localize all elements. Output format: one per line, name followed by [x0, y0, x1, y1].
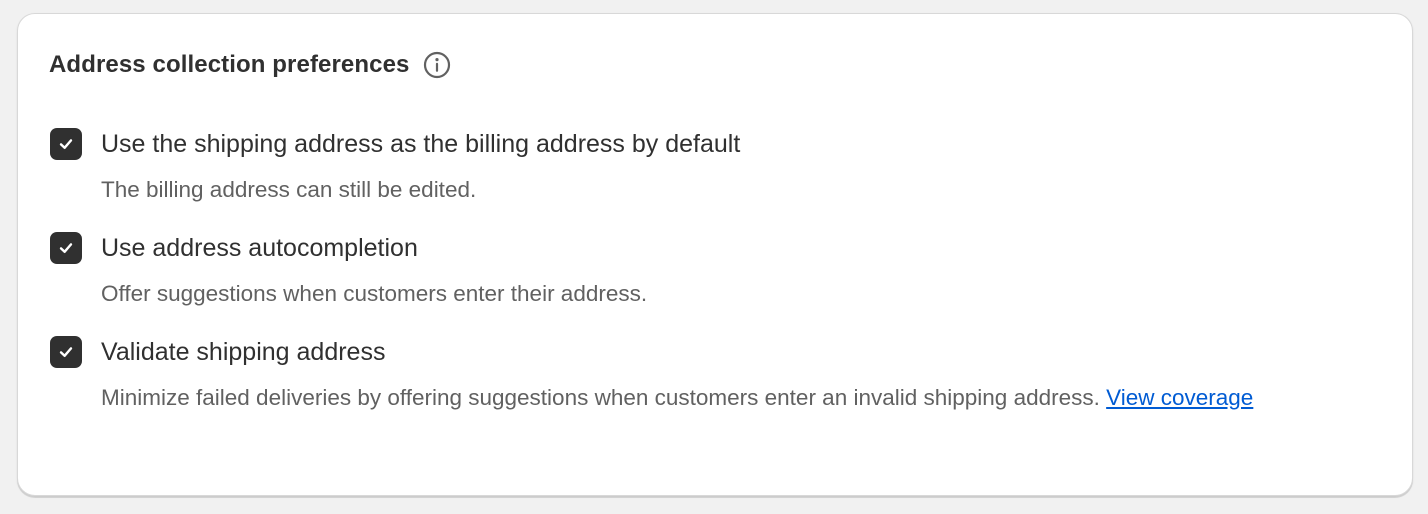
billing-default-help: The billing address can still be edited. — [101, 177, 477, 202]
validate-shipping-help: Minimize failed deliveries by offering s… — [101, 378, 1331, 418]
checkmark-icon — [59, 139, 73, 149]
option-autocompletion: Use address autocompletion Offer suggest… — [50, 230, 1331, 314]
info-icon[interactable] — [423, 51, 451, 79]
autocompletion-help: Offer suggestions when customers enter t… — [101, 281, 648, 306]
option-billing-default: Use the shipping address as the billing … — [50, 126, 1331, 210]
checkmark-icon — [59, 347, 73, 357]
validate-shipping-checkbox[interactable] — [50, 336, 82, 368]
autocompletion-label[interactable]: Use address autocompletion — [101, 234, 418, 263]
validate-shipping-help-text: Minimize failed deliveries by offering s… — [101, 385, 1100, 410]
billing-default-checkbox[interactable] — [50, 128, 82, 160]
option-validate-shipping: Validate shipping address Minimize faile… — [50, 334, 1331, 418]
checkmark-icon — [59, 243, 73, 253]
validate-shipping-label[interactable]: Validate shipping address — [101, 338, 385, 367]
autocompletion-checkbox[interactable] — [50, 232, 82, 264]
address-preferences-card: Address collection preferences Use the s… — [17, 13, 1413, 496]
billing-default-label[interactable]: Use the shipping address as the billing … — [101, 130, 740, 159]
card-title: Address collection preferences — [49, 51, 410, 78]
card-header: Address collection preferences — [49, 48, 451, 82]
view-coverage-link[interactable]: View coverage — [1106, 385, 1253, 410]
